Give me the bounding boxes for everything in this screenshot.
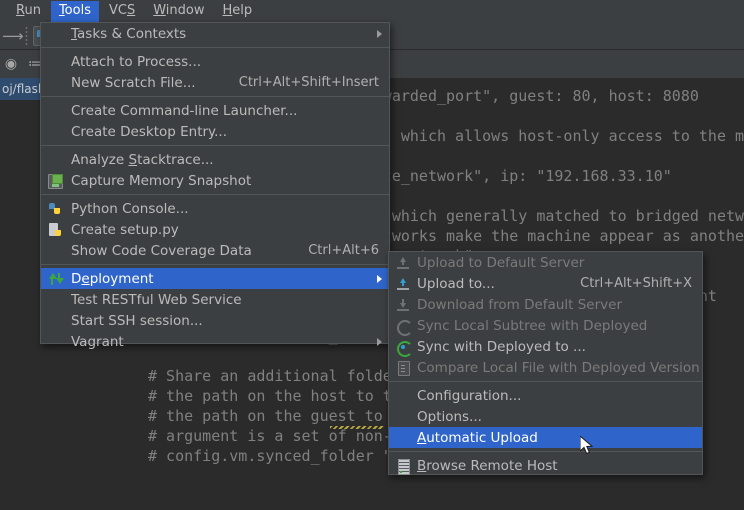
menu-separator: [41, 145, 389, 146]
menubar-item-help[interactable]: Help: [215, 1, 261, 22]
menu-item-options[interactable]: Options...: [389, 406, 702, 427]
tools-dropdown-menu[interactable]: Tasks & Contexts Attach to Process... New …: [40, 22, 390, 350]
menu-item-upload-to[interactable]: Upload to... Ctrl+Alt+Shift+X: [389, 273, 702, 294]
menu-item-show-code-coverage-data[interactable]: Show Code Coverage Data Ctrl+Alt+6: [41, 240, 389, 261]
pycharm-window: # config.vm.network "forwarded_port", gu…: [0, 0, 744, 510]
menu-item-label: Python Console...: [71, 200, 189, 217]
menu-item-label: Sync Local Subtree with Deployed: [417, 317, 648, 334]
menubar-item-run[interactable]: Run: [8, 1, 49, 22]
menu-item-create-command-line-launcher[interactable]: Create Command-line Launcher...: [41, 100, 389, 121]
sync-active-icon: [395, 339, 413, 357]
menu-item-vagrant[interactable]: Vagrant: [41, 331, 389, 352]
toolbar-drag-handle[interactable]: [25, 26, 28, 46]
menu-item-label: Show Code Coverage Data: [71, 242, 252, 259]
menubar-item-window[interactable]: Window: [145, 1, 212, 22]
menu-item-label: Options...: [417, 408, 482, 425]
menu-item-sync-local-subtree-with-deployed: Sync Local Subtree with Deployed: [389, 315, 702, 336]
chevron-right-icon: [377, 29, 382, 38]
menu-item-label: Compare Local File with Deployed Version: [417, 359, 700, 376]
upload-icon: [395, 255, 411, 271]
python-console-icon: [47, 201, 63, 217]
menu-item-compare-local-file-with-deployed-version: Compare Local File with Deployed Version: [389, 357, 702, 378]
menu-item-label: Test RESTful Web Service: [71, 291, 242, 308]
menu-item-configuration[interactable]: Configuration...: [389, 385, 702, 406]
menu-item-label: Tasks & Contexts: [71, 25, 187, 42]
menu-item-download-from-default-server: Download from Default Server: [389, 294, 702, 315]
menu-item-shortcut: Ctrl+Alt+Shift+X: [580, 276, 692, 291]
menu-item-shortcut: Ctrl+Alt+Shift+Insert: [238, 75, 379, 90]
menu-item-label: Upload to...: [417, 275, 495, 292]
menu-separator: [41, 264, 389, 265]
menu-item-label: Download from Default Server: [417, 296, 622, 313]
menu-item-new-scratch-file[interactable]: New Scratch File... Ctrl+Alt+Shift+Insert: [41, 72, 389, 93]
project-path-chip[interactable]: oj/flask: [0, 78, 44, 100]
menu-item-automatic-upload[interactable]: Automatic Upload: [389, 427, 702, 448]
menu-item-tasks-contexts[interactable]: Tasks & Contexts: [41, 23, 389, 44]
menu-item-label: Upload to Default Server: [417, 254, 585, 271]
download-icon: [395, 297, 411, 313]
remote-host-icon: [395, 458, 411, 475]
menu-item-label: Sync with Deployed to ...: [417, 338, 586, 355]
deployment-icon: [47, 271, 64, 287]
deployment-submenu[interactable]: Upload to Default Server Upload to... Ctrl…: [388, 251, 703, 475]
project-path-label: oj/flask: [2, 82, 44, 96]
menu-item-label: Configuration...: [417, 387, 522, 404]
menu-separator: [41, 194, 389, 195]
menu-item-analyze-stacktrace[interactable]: Analyze Stacktrace...: [41, 149, 389, 170]
menu-item-browse-remote-host[interactable]: Browse Remote Host: [389, 455, 702, 476]
menu-item-label: New Scratch File...: [71, 74, 196, 91]
menubar-item-vcs[interactable]: VCS: [101, 1, 143, 22]
menu-bar: Run Tools VCS Window Help: [0, 0, 744, 22]
menu-item-label: Create setup.py: [71, 221, 179, 238]
menu-item-start-ssh-session[interactable]: Start SSH session...: [41, 310, 389, 331]
memory-snapshot-icon: [47, 173, 63, 189]
menu-item-label: Deployment: [71, 270, 154, 287]
menu-item-create-desktop-entry[interactable]: Create Desktop Entry...: [41, 121, 389, 142]
compare-icon: [395, 360, 411, 376]
upload-to-icon: [395, 276, 411, 292]
sync-icon: [395, 318, 413, 336]
menu-item-sync-with-deployed-to[interactable]: Sync with Deployed to ...: [389, 336, 702, 357]
spellcheck-squiggle: [330, 426, 384, 429]
menu-item-label: Browse Remote Host: [417, 457, 558, 474]
menu-item-label: Automatic Upload: [417, 429, 538, 446]
menu-separator: [389, 451, 702, 452]
menu-separator: [41, 47, 389, 48]
menu-item-test-restful-web-service[interactable]: Test RESTful Web Service: [41, 289, 389, 310]
menu-item-create-setup-py[interactable]: Create setup.py: [41, 219, 389, 240]
python-file-icon: [47, 222, 63, 238]
menu-item-attach-to-process[interactable]: Attach to Process...: [41, 51, 389, 72]
menu-separator: [41, 96, 389, 97]
chevron-right-icon: [377, 337, 382, 346]
menu-item-capture-memory-snapshot[interactable]: Capture Memory Snapshot: [41, 170, 389, 191]
menu-item-upload-to-default-server: Upload to Default Server: [389, 252, 702, 273]
menu-item-label: Create Command-line Launcher...: [71, 102, 298, 119]
debug-icon[interactable]: ◉: [2, 55, 20, 73]
menu-item-label: Create Desktop Entry...: [71, 123, 227, 140]
menu-item-label: Analyze Stacktrace...: [71, 151, 214, 168]
menu-item-label: Vagrant: [71, 333, 124, 350]
menubar-item-tools[interactable]: Tools: [50, 0, 99, 22]
menu-item-shortcut: Ctrl+Alt+6: [308, 243, 379, 258]
menu-item-label: Start SSH session...: [71, 312, 203, 329]
menu-item-python-console[interactable]: Python Console...: [41, 198, 389, 219]
chevron-right-icon: [377, 274, 382, 283]
menu-separator: [389, 381, 702, 382]
menu-item-deployment[interactable]: Deployment: [41, 268, 389, 289]
menu-item-label: Attach to Process...: [71, 53, 202, 70]
menu-item-label: Capture Memory Snapshot: [71, 172, 252, 189]
right-arrow-icon[interactable]: ⟶: [2, 27, 24, 45]
